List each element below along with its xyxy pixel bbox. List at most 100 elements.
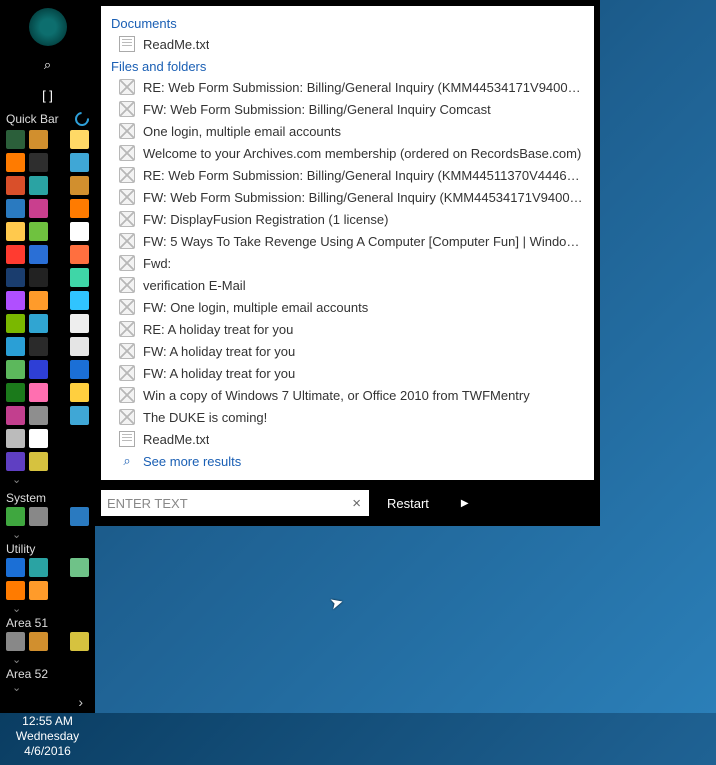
quickbar-app-icon[interactable] (29, 199, 48, 218)
result-row[interactable]: One login, multiple email accounts (101, 120, 594, 142)
start-orb[interactable] (29, 8, 67, 46)
chevron-right-icon[interactable]: › (0, 694, 95, 710)
quickbar-app-icon[interactable] (6, 337, 25, 356)
pinned-app-icon[interactable] (70, 314, 89, 333)
pinned-app-icon[interactable] (70, 406, 89, 425)
chevron-down-icon[interactable]: ⌄ (0, 473, 95, 486)
app-icon[interactable] (29, 632, 48, 651)
quickbar-app-icon[interactable] (29, 314, 48, 333)
result-row[interactable]: RE: Web Form Submission: Billing/General… (101, 76, 594, 98)
pinned-app-icon[interactable] (70, 176, 89, 195)
quickbar-app-icon[interactable] (6, 291, 25, 310)
area52-label: Area 52 (0, 663, 54, 683)
pinned-app-icon[interactable] (70, 291, 89, 310)
system-app-icon[interactable] (29, 507, 48, 526)
quickbar-app-icon[interactable] (6, 452, 25, 471)
pinned-app-icon[interactable] (70, 130, 89, 149)
system-app-icon[interactable] (6, 507, 25, 526)
quickbar-app-icon[interactable] (29, 222, 48, 241)
app-icon[interactable] (70, 558, 89, 577)
quickbar-app-icon[interactable] (6, 130, 25, 149)
pinned-app-icon[interactable] (70, 360, 89, 379)
quickbar-app-icon[interactable] (6, 222, 25, 241)
result-row[interactable]: verification E-Mail (101, 274, 594, 296)
quickbar-app-icon[interactable] (6, 429, 25, 448)
quickbar-app-icon[interactable] (29, 291, 48, 310)
result-row[interactable]: FW: Web Form Submission: Billing/General… (101, 98, 594, 120)
search-input[interactable] (107, 496, 350, 511)
result-row[interactable]: ReadMe.txt (101, 33, 594, 55)
chevron-down-icon[interactable]: ⌄ (0, 681, 95, 694)
result-row[interactable]: RE: Web Form Submission: Billing/General… (101, 164, 594, 186)
pinned-app-icon[interactable] (70, 268, 89, 287)
files-header: Files and folders (101, 55, 594, 76)
pinned-app-icon[interactable] (70, 337, 89, 356)
app-icon[interactable] (29, 581, 48, 600)
refresh-icon[interactable] (72, 109, 92, 129)
result-row[interactable]: FW: Web Form Submission: Billing/General… (101, 186, 594, 208)
see-more-results[interactable]: ⌕ See more results (101, 450, 594, 472)
file-icon (119, 36, 135, 52)
search-box[interactable]: × (101, 490, 369, 516)
search-popup: Documents ReadMe.txt Files and folders R… (95, 0, 600, 526)
result-label: RE: Web Form Submission: Billing/General… (143, 80, 584, 95)
power-command[interactable]: Restart (387, 496, 429, 511)
search-icon[interactable]: ⌕ (37, 54, 59, 76)
quickbar-app-icon[interactable] (6, 268, 25, 287)
quickbar-app-icon[interactable] (29, 429, 48, 448)
quickbar-app-icon[interactable] (6, 245, 25, 264)
quickbar-app-icon[interactable] (29, 176, 48, 195)
result-label: ReadMe.txt (143, 432, 209, 447)
app-icon[interactable] (70, 632, 89, 651)
clear-icon[interactable]: × (350, 495, 363, 512)
task-view-icon[interactable]: [ ] (37, 84, 59, 106)
result-row[interactable]: RE: A holiday treat for you (101, 318, 594, 340)
mail-icon (119, 365, 135, 381)
quickbar-app-icon[interactable] (6, 153, 25, 172)
app-icon[interactable] (6, 632, 25, 651)
quickbar-app-icon[interactable] (29, 452, 48, 471)
quickbar-app-icon[interactable] (6, 360, 25, 379)
quickbar-app-icon[interactable] (29, 268, 48, 287)
pinned-app-icon[interactable] (70, 383, 89, 402)
quickbar-app-icon[interactable] (6, 383, 25, 402)
quickbar-app-icon[interactable] (6, 314, 25, 333)
app-icon[interactable] (6, 581, 25, 600)
mail-icon (119, 387, 135, 403)
quickbar-grid (0, 128, 95, 473)
quickbar-app-icon[interactable] (29, 360, 48, 379)
quickbar-app-icon[interactable] (6, 176, 25, 195)
result-row[interactable]: FW: A holiday treat for you (101, 362, 594, 384)
system-app-icon[interactable] (70, 507, 89, 526)
quickbar-app-icon[interactable] (6, 199, 25, 218)
mail-icon (119, 321, 135, 337)
power-arrow-icon[interactable]: ▶ (461, 498, 469, 509)
result-row[interactable]: FW: A holiday treat for you (101, 340, 594, 362)
clock-day: Wednesday (0, 729, 95, 744)
pinned-app-icon[interactable] (70, 153, 89, 172)
app-icon[interactable] (29, 558, 48, 577)
result-row[interactable]: FW: One login, multiple email accounts (101, 296, 594, 318)
result-row[interactable]: Win a copy of Windows 7 Ultimate, or Off… (101, 384, 594, 406)
quickbar-app-icon[interactable] (29, 153, 48, 172)
quickbar-app-icon[interactable] (29, 245, 48, 264)
result-row[interactable]: FW: DisplayFusion Registration (1 licens… (101, 208, 594, 230)
mail-icon (119, 79, 135, 95)
result-row[interactable]: Welcome to your Archives.com membership … (101, 142, 594, 164)
result-row[interactable]: Fwd: (101, 252, 594, 274)
quickbar-app-icon[interactable] (6, 406, 25, 425)
pinned-app-icon[interactable] (70, 199, 89, 218)
quickbar-app-icon[interactable] (29, 337, 48, 356)
quickbar-app-icon[interactable] (29, 406, 48, 425)
result-row[interactable]: ReadMe.txt (101, 428, 594, 450)
taskbar-clock[interactable]: 12:55 AM Wednesday 4/6/2016 (0, 710, 95, 765)
file-icon (119, 431, 135, 447)
result-row[interactable]: FW: 5 Ways To Take Revenge Using A Compu… (101, 230, 594, 252)
result-row[interactable]: The DUKE is coming! (101, 406, 594, 428)
pinned-app-icon[interactable] (70, 222, 89, 241)
quickbar-app-icon[interactable] (29, 130, 48, 149)
quickbar-app-icon[interactable] (29, 383, 48, 402)
pinned-app-icon[interactable] (70, 245, 89, 264)
app-icon[interactable] (6, 558, 25, 577)
result-label: RE: Web Form Submission: Billing/General… (143, 168, 584, 183)
